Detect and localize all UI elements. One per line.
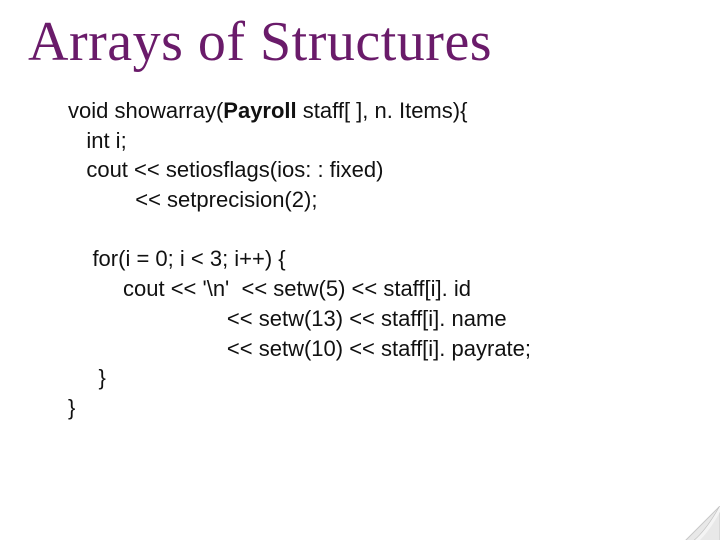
code-line-7: cout << '\n' << setw(5) << staff[i]. id (68, 276, 471, 301)
code-block: void showarray(Payroll staff[ ], n. Item… (68, 96, 692, 423)
code-line-3: cout << setiosflags(ios: : fixed) (68, 157, 383, 182)
code-line-10: } (68, 365, 106, 390)
code-line-8: << setw(13) << staff[i]. name (68, 306, 507, 331)
code-line-4: << setprecision(2); (68, 187, 317, 212)
slide: Arrays of Structures void showarray(Payr… (0, 10, 720, 540)
code-line-9: << setw(10) << staff[i]. payrate; (68, 336, 531, 361)
code-line-6: for(i = 0; i < 3; i++) { (68, 246, 286, 271)
slide-title: Arrays of Structures (28, 10, 692, 74)
code-keyword-payroll: Payroll (223, 98, 296, 123)
code-line-11: } (68, 395, 75, 420)
code-line-1c: staff[ ], n. Items){ (297, 98, 468, 123)
code-line-1a: void showarray( (68, 98, 223, 123)
page-curl-icon (676, 506, 720, 540)
code-line-2: int i; (68, 128, 127, 153)
